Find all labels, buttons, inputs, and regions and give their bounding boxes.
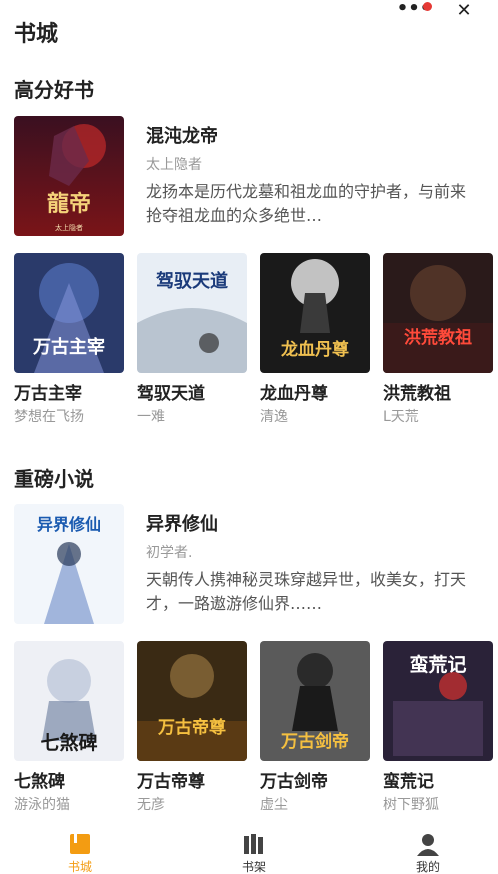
book-cover[interactable]: 七煞碑: [14, 641, 124, 761]
book-cover[interactable]: 驾驭天道: [137, 253, 247, 373]
bookshelf-icon: [241, 832, 267, 856]
section-title-featured-novels: 重磅小说: [14, 467, 94, 491]
tab-profile[interactable]: 我的: [393, 832, 463, 874]
cover-title-text: 龍帝: [47, 191, 91, 217]
tab-bookshelf[interactable]: 书架: [219, 832, 289, 874]
cover-author-text: 太上隐者: [55, 223, 83, 232]
tab-label: 书架: [241, 860, 266, 874]
book-author: 无彦: [137, 797, 165, 813]
book-title[interactable]: 龙血丹尊: [260, 379, 370, 404]
book-cover[interactable]: 龙血丹尊: [260, 253, 370, 373]
book-author: 一难: [137, 409, 165, 425]
book-cover[interactable]: 万古主宰: [14, 253, 124, 373]
featured-book[interactable]: 异界修仙 异界修仙 初学者. 天朝传人携神秘灵珠穿越异世，收美女，打天才，一路遨…: [14, 504, 484, 624]
tab-bookstore[interactable]: 书城: [45, 832, 115, 874]
book-card[interactable]: 龙血丹尊 龙血丹尊 清逸: [260, 253, 370, 426]
book-title[interactable]: 蛮荒记: [383, 767, 493, 792]
book-card[interactable]: 洪荒教祖 洪荒教祖 L天荒: [383, 253, 493, 426]
cover-title-text: 驾驭天道: [156, 270, 228, 292]
book-row: 万古主宰 万古主宰 梦想在飞扬 驾驭天道 驾驭天道 一难 龙血丹尊 龙血丹尊 清…: [14, 253, 498, 426]
book-card[interactable]: 驾驭天道 驾驭天道 一难: [137, 253, 247, 426]
cover-title-text: 万古主宰: [32, 336, 105, 358]
cover-title-text: 洪荒教祖: [404, 327, 472, 348]
book-card[interactable]: 蛮荒记 蛮荒记 树下野狐: [383, 641, 493, 814]
notification-dot: [423, 2, 432, 11]
tab-label: 我的: [415, 860, 440, 874]
mini-program-capsule: ••• ✕: [390, 0, 486, 24]
cover-title-text: 万古帝尊: [157, 717, 226, 738]
section-title-high-score: 高分好书: [14, 78, 94, 102]
book-card[interactable]: 万古主宰 万古主宰 梦想在飞扬: [14, 253, 124, 426]
bookstore-icon: [67, 832, 93, 856]
book-title[interactable]: 万古主宰: [14, 379, 124, 404]
cover-title-text: 异界修仙: [37, 515, 101, 534]
book-title[interactable]: 洪荒教祖: [383, 379, 493, 404]
book-title[interactable]: 驾驭天道: [137, 379, 247, 404]
featured-book-author: 初学者.: [146, 545, 193, 561]
profile-icon: [415, 832, 441, 856]
featured-book-title[interactable]: 混沌龙帝: [146, 122, 218, 148]
bottom-tab-bar: 书城 书架 我的: [0, 826, 498, 874]
book-cover[interactable]: 蛮荒记: [383, 641, 493, 761]
book-author: 游泳的猫: [14, 797, 70, 813]
header: 书城 ••• ✕: [0, 0, 498, 60]
featured-book[interactable]: 龍帝 太上隐者 混沌龙帝 太上隐者 龙扬本是历代龙墓和祖龙血的守护者，与前来抢夺…: [14, 116, 484, 236]
page-title: 书城: [14, 22, 59, 47]
tab-label: 书城: [67, 860, 92, 874]
featured-book-title[interactable]: 异界修仙: [146, 510, 218, 536]
featured-book-description: 龙扬本是历代龙墓和祖龙血的守护者，与前来抢夺祖龙血的众多绝世…: [146, 182, 467, 225]
book-author: 清逸: [260, 409, 288, 425]
book-author: 树下野狐: [383, 797, 439, 813]
book-cover[interactable]: 异界修仙: [14, 504, 124, 624]
featured-book-description: 天朝传人携神秘灵珠穿越异世，收美女，打天才，一路遨游修仙界……: [146, 570, 467, 613]
book-cover[interactable]: 龍帝 太上隐者: [14, 116, 124, 236]
book-cover[interactable]: 洪荒教祖: [383, 253, 493, 373]
book-card[interactable]: 七煞碑 七煞碑 游泳的猫: [14, 641, 124, 814]
book-title[interactable]: 七煞碑: [14, 767, 124, 792]
book-cover[interactable]: 万古剑帝: [260, 641, 370, 761]
book-cover[interactable]: 万古帝尊: [137, 641, 247, 761]
book-author: L天荒: [383, 409, 419, 425]
cover-title-text: 万古剑帝: [280, 731, 349, 752]
featured-book-author: 太上隐者: [146, 157, 202, 173]
book-card[interactable]: 万古剑帝 万古剑帝 虚尘: [260, 641, 370, 814]
cover-title-text: 七煞碑: [40, 731, 97, 754]
close-icon[interactable]: ✕: [452, 1, 476, 23]
book-title[interactable]: 万古帝尊: [137, 767, 247, 792]
book-title[interactable]: 万古剑帝: [260, 767, 370, 792]
cover-title-text: 蛮荒记: [409, 653, 466, 676]
book-author: 虚尘: [260, 797, 288, 813]
book-row: 七煞碑 七煞碑 游泳的猫 万古帝尊 万古帝尊 无彦 万古剑帝 万古剑帝 虚尘 蛮…: [14, 641, 498, 814]
book-author: 梦想在飞扬: [14, 409, 84, 425]
cover-title-text: 龙血丹尊: [280, 339, 349, 360]
book-card[interactable]: 万古帝尊 万古帝尊 无彦: [137, 641, 247, 814]
